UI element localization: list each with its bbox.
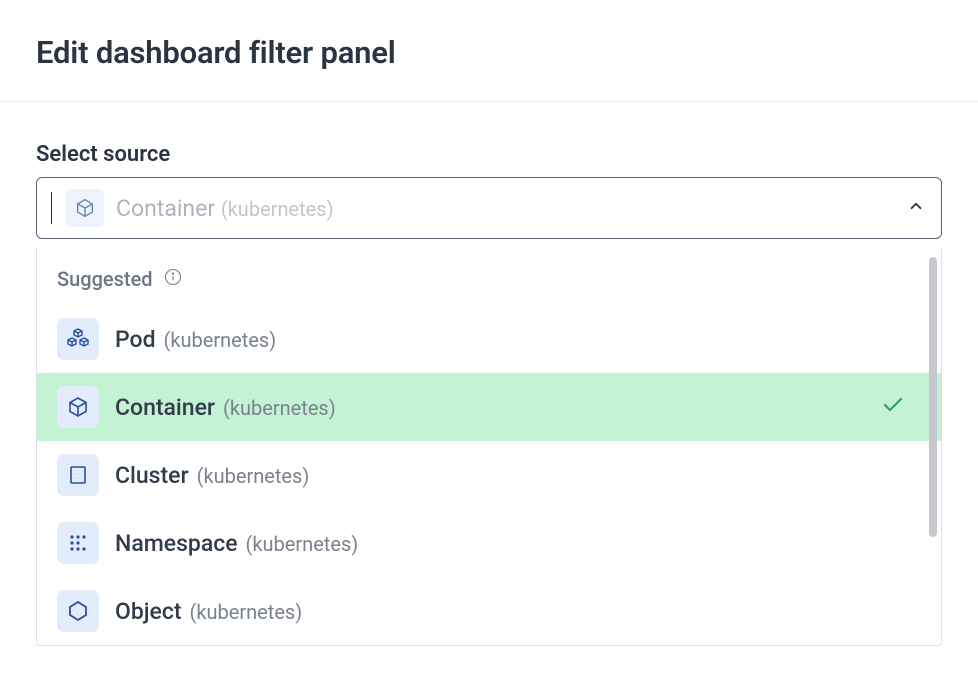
scrollbar-thumb[interactable] (929, 257, 937, 537)
hexagon-icon (57, 590, 99, 632)
info-icon[interactable] (163, 267, 183, 291)
cubes-icon (57, 318, 99, 360)
grid-dots-icon (57, 522, 99, 564)
option-text: Container (kubernetes) (115, 394, 336, 421)
source-select-input[interactable]: Container (kubernetes) (36, 177, 942, 239)
building-icon (57, 454, 99, 496)
select-placeholder-sub: (kubernetes) (221, 197, 334, 221)
select-source-label: Select source (36, 142, 942, 167)
option-text: Namespace (kubernetes) (115, 530, 358, 557)
option-text: Object (kubernetes) (115, 598, 302, 625)
text-cursor (51, 192, 52, 224)
option-sublabel: (kubernetes) (197, 464, 310, 488)
modal-content: Select source Container (kubernetes) Sug… (0, 102, 978, 646)
modal-header: Edit dashboard filter panel (0, 0, 978, 102)
option-sublabel: (kubernetes) (223, 396, 336, 420)
cube-icon (66, 189, 104, 227)
option-sublabel: (kubernetes) (164, 328, 277, 352)
option-cluster[interactable]: Cluster (kubernetes) (37, 441, 941, 509)
source-dropdown: Suggested Pod (kubernetes (36, 247, 942, 646)
option-sublabel: (kubernetes) (246, 532, 359, 556)
option-label: Container (115, 394, 215, 421)
option-container[interactable]: Container (kubernetes) (37, 373, 941, 441)
option-label: Pod (115, 326, 156, 353)
option-text: Cluster (kubernetes) (115, 462, 309, 489)
dropdown-section-header: Suggested (37, 261, 941, 305)
check-icon (881, 393, 921, 421)
chevron-up-icon[interactable] (907, 197, 925, 219)
dropdown-section-label: Suggested (57, 267, 153, 291)
option-sublabel: (kubernetes) (190, 600, 303, 624)
option-namespace[interactable]: Namespace (kubernetes) (37, 509, 941, 577)
select-placeholder: Container (kubernetes) (116, 195, 895, 222)
option-label: Namespace (115, 530, 238, 557)
option-label: Object (115, 598, 182, 625)
option-pod[interactable]: Pod (kubernetes) (37, 305, 941, 373)
option-text: Pod (kubernetes) (115, 326, 276, 353)
option-label: Cluster (115, 462, 189, 489)
cube-icon (57, 386, 99, 428)
option-object[interactable]: Object (kubernetes) (37, 577, 941, 645)
page-title: Edit dashboard filter panel (36, 34, 942, 71)
select-placeholder-main: Container (116, 195, 215, 222)
